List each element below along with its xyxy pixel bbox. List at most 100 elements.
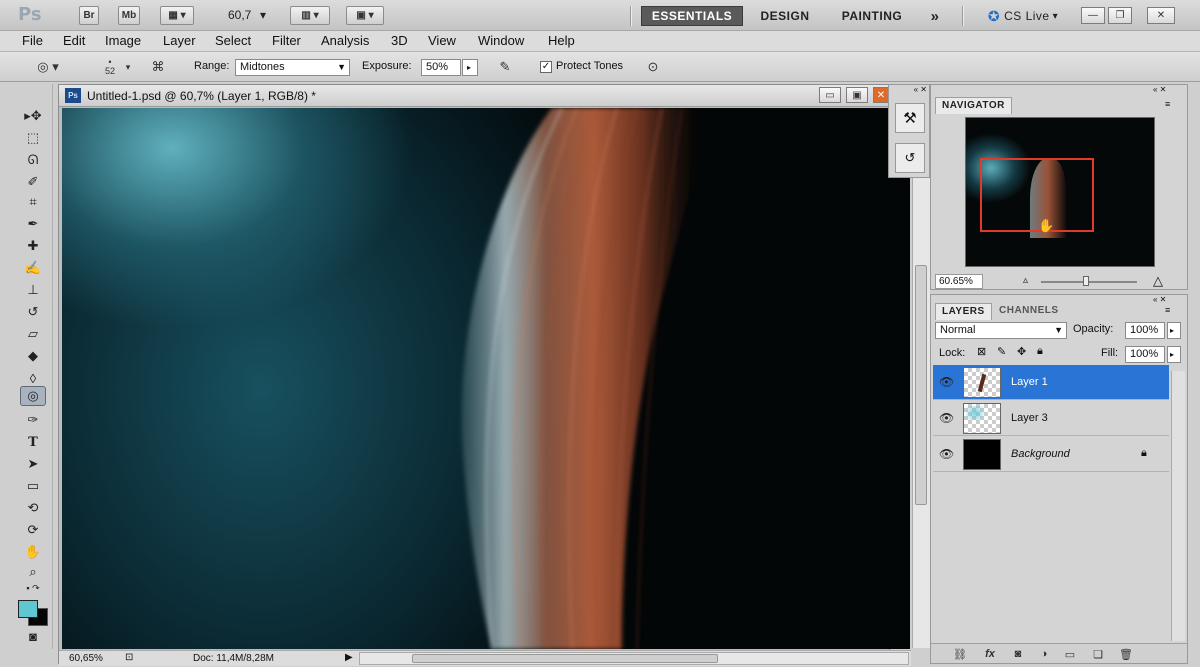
default-colors-button[interactable]: ▪ ↷	[20, 581, 46, 595]
navigator-collapse-icon[interactable]: « ✕	[1153, 85, 1166, 94]
add-mask-icon[interactable]: ◙	[1009, 646, 1027, 662]
restore-button[interactable]: ❐	[1108, 7, 1132, 24]
screen-mode-button[interactable]: ▣ ▾	[346, 6, 384, 25]
opacity-slider-button[interactable]: ▸	[1167, 322, 1181, 339]
lock-transparency-icon[interactable]: ⊠	[977, 345, 986, 358]
horizontal-scrollbar[interactable]	[359, 652, 909, 665]
layers-collapse-icon[interactable]: « ✕	[1153, 295, 1166, 304]
workspace-painting[interactable]: PAINTING	[830, 6, 914, 26]
history-panel-button[interactable]: ↺	[895, 143, 925, 173]
cs-live-button[interactable]: ✪ CS Live ▾	[976, 6, 1070, 26]
horizontal-scroll-thumb[interactable]	[412, 654, 718, 663]
brush-panel-toggle[interactable]: ⌘	[147, 57, 169, 77]
menu-3d[interactable]: 3D	[391, 33, 408, 48]
visibility-eye-icon[interactable]: 👁︎	[939, 411, 954, 425]
brush-dropdown-icon[interactable]: ▾	[121, 57, 135, 77]
zoom-dropdown-icon[interactable]: ▾	[260, 8, 266, 22]
lock-all-icon[interactable]: 🔒︎	[1037, 345, 1043, 358]
zoom-tool[interactable]: ⌕	[20, 562, 46, 582]
brush-tool[interactable]: ✍	[20, 258, 46, 278]
fill-slider-button[interactable]: ▸	[1167, 346, 1181, 363]
close-button[interactable]: ✕	[1147, 7, 1175, 24]
eyedropper-tool[interactable]: ✒	[20, 214, 46, 234]
lasso-tool[interactable]: ᘏ	[20, 150, 46, 170]
exposure-field[interactable]: 50%	[421, 59, 461, 76]
layer-row-layer-1[interactable]: 👁︎ Layer 1	[933, 365, 1169, 400]
menu-help[interactable]: Help	[548, 33, 575, 48]
zoom-level[interactable]: 60,7	[228, 8, 251, 22]
tab-channels[interactable]: CHANNELS	[993, 303, 1065, 320]
menu-select[interactable]: Select	[215, 33, 251, 48]
workspace-design[interactable]: DESIGN	[752, 6, 818, 26]
navigator-zoom-field[interactable]: 60.65%	[935, 274, 983, 289]
delete-layer-icon[interactable]: 🗑︎	[1117, 646, 1135, 662]
fill-field[interactable]: 100%	[1125, 346, 1165, 363]
menu-layer[interactable]: Layer	[163, 33, 196, 48]
protect-tones-checkbox[interactable]: ✓	[540, 61, 552, 73]
link-layers-icon[interactable]: ⛓	[951, 646, 969, 662]
bridge-button[interactable]: Br	[79, 6, 99, 25]
pressure-size-button[interactable]: ⊙	[642, 57, 664, 77]
workspace-essentials[interactable]: ESSENTIALS	[641, 6, 743, 26]
clone-stamp-tool[interactable]: ⊥	[20, 280, 46, 300]
lock-position-icon[interactable]: ✥	[1017, 345, 1026, 358]
panel-menu-icon[interactable]: ≡	[1165, 305, 1170, 315]
arrange-documents-button[interactable]: ▥ ▾	[290, 6, 330, 25]
doc-minimize-button[interactable]: ▭	[819, 87, 841, 103]
menu-analysis[interactable]: Analysis	[321, 33, 369, 48]
minimize-button[interactable]: —	[1081, 7, 1105, 24]
exposure-slider-button[interactable]: ▸	[462, 59, 478, 76]
vertical-scroll-thumb[interactable]	[915, 265, 927, 505]
dock-collapse-icon[interactable]: « ✕	[893, 85, 927, 94]
range-select[interactable]: Midtones ▼	[235, 59, 350, 76]
paint-bucket-tool[interactable]: ◆	[20, 346, 46, 366]
blend-mode-select[interactable]: Normal ▼	[935, 322, 1067, 339]
3d-rotate-tool[interactable]: ⟲	[20, 498, 46, 518]
new-layer-icon[interactable]: ❏	[1089, 646, 1107, 662]
zoom-in-icon[interactable]: △	[1153, 273, 1163, 289]
navigator-zoom-slider[interactable]	[1041, 281, 1137, 283]
vertical-scrollbar[interactable]	[912, 108, 930, 648]
history-brush-tool[interactable]: ↺	[20, 302, 46, 322]
layer-name[interactable]: Background	[1011, 448, 1070, 460]
tool-presets-panel-button[interactable]: ⚒	[895, 103, 925, 133]
layer-name[interactable]: Layer 3	[1011, 412, 1048, 424]
crop-tool[interactable]: ⌗	[20, 192, 46, 212]
quick-mask-button[interactable]: ◙	[20, 626, 46, 646]
menu-view[interactable]: View	[428, 33, 456, 48]
eraser-tool[interactable]: ▱	[20, 324, 46, 344]
tab-layers[interactable]: LAYERS	[935, 303, 992, 320]
move-tool[interactable]: ▸✥	[20, 106, 46, 126]
canvas[interactable]	[62, 108, 910, 649]
zoom-out-icon[interactable]: ▵	[1023, 275, 1028, 286]
adjustment-layer-icon[interactable]: ◑	[1035, 646, 1053, 662]
dodge-tool[interactable]: ◎	[20, 386, 46, 406]
opacity-field[interactable]: 100%	[1125, 322, 1165, 339]
visibility-eye-icon[interactable]: 👁︎	[939, 447, 954, 461]
navigator-slider-thumb[interactable]	[1083, 276, 1089, 286]
navigator-view-box[interactable]	[980, 158, 1094, 232]
menu-window[interactable]: Window	[478, 33, 524, 48]
shape-tool[interactable]: ▭	[20, 476, 46, 496]
layer-name[interactable]: Layer 1	[1011, 376, 1048, 388]
marquee-tool[interactable]: ⬚	[20, 128, 46, 148]
layer-style-icon[interactable]: fx	[981, 646, 999, 662]
mini-bridge-button[interactable]: Mb	[118, 6, 140, 25]
status-zoom[interactable]: 60,65%	[69, 653, 103, 664]
path-selection-tool[interactable]: ➤	[20, 454, 46, 474]
layer-row-layer-3[interactable]: 👁︎ Layer 3	[933, 401, 1169, 436]
3d-orbit-tool[interactable]: ⟳	[20, 520, 46, 540]
more-workspaces-button[interactable]: »	[922, 6, 948, 26]
navigator-preview[interactable]: ✋	[965, 117, 1155, 267]
blur-tool[interactable]: ◊	[20, 368, 46, 388]
menu-edit[interactable]: Edit	[63, 33, 85, 48]
tool-preset-picker[interactable]: ◎ ▾	[28, 57, 68, 77]
document-tab[interactable]: Ps Untitled-1.psd @ 60,7% (Layer 1, RGB/…	[59, 85, 891, 107]
lock-pixels-icon[interactable]: ✎	[997, 345, 1006, 358]
foreground-color-swatch[interactable]	[18, 600, 38, 618]
menu-file[interactable]: File	[22, 33, 43, 48]
layer-row-background[interactable]: 👁︎ Background 🔒︎	[933, 437, 1169, 472]
layers-scrollbar[interactable]	[1171, 371, 1185, 641]
status-menu-arrow-icon[interactable]: ▶	[345, 652, 353, 663]
tab-navigator[interactable]: NAVIGATOR	[935, 97, 1012, 114]
